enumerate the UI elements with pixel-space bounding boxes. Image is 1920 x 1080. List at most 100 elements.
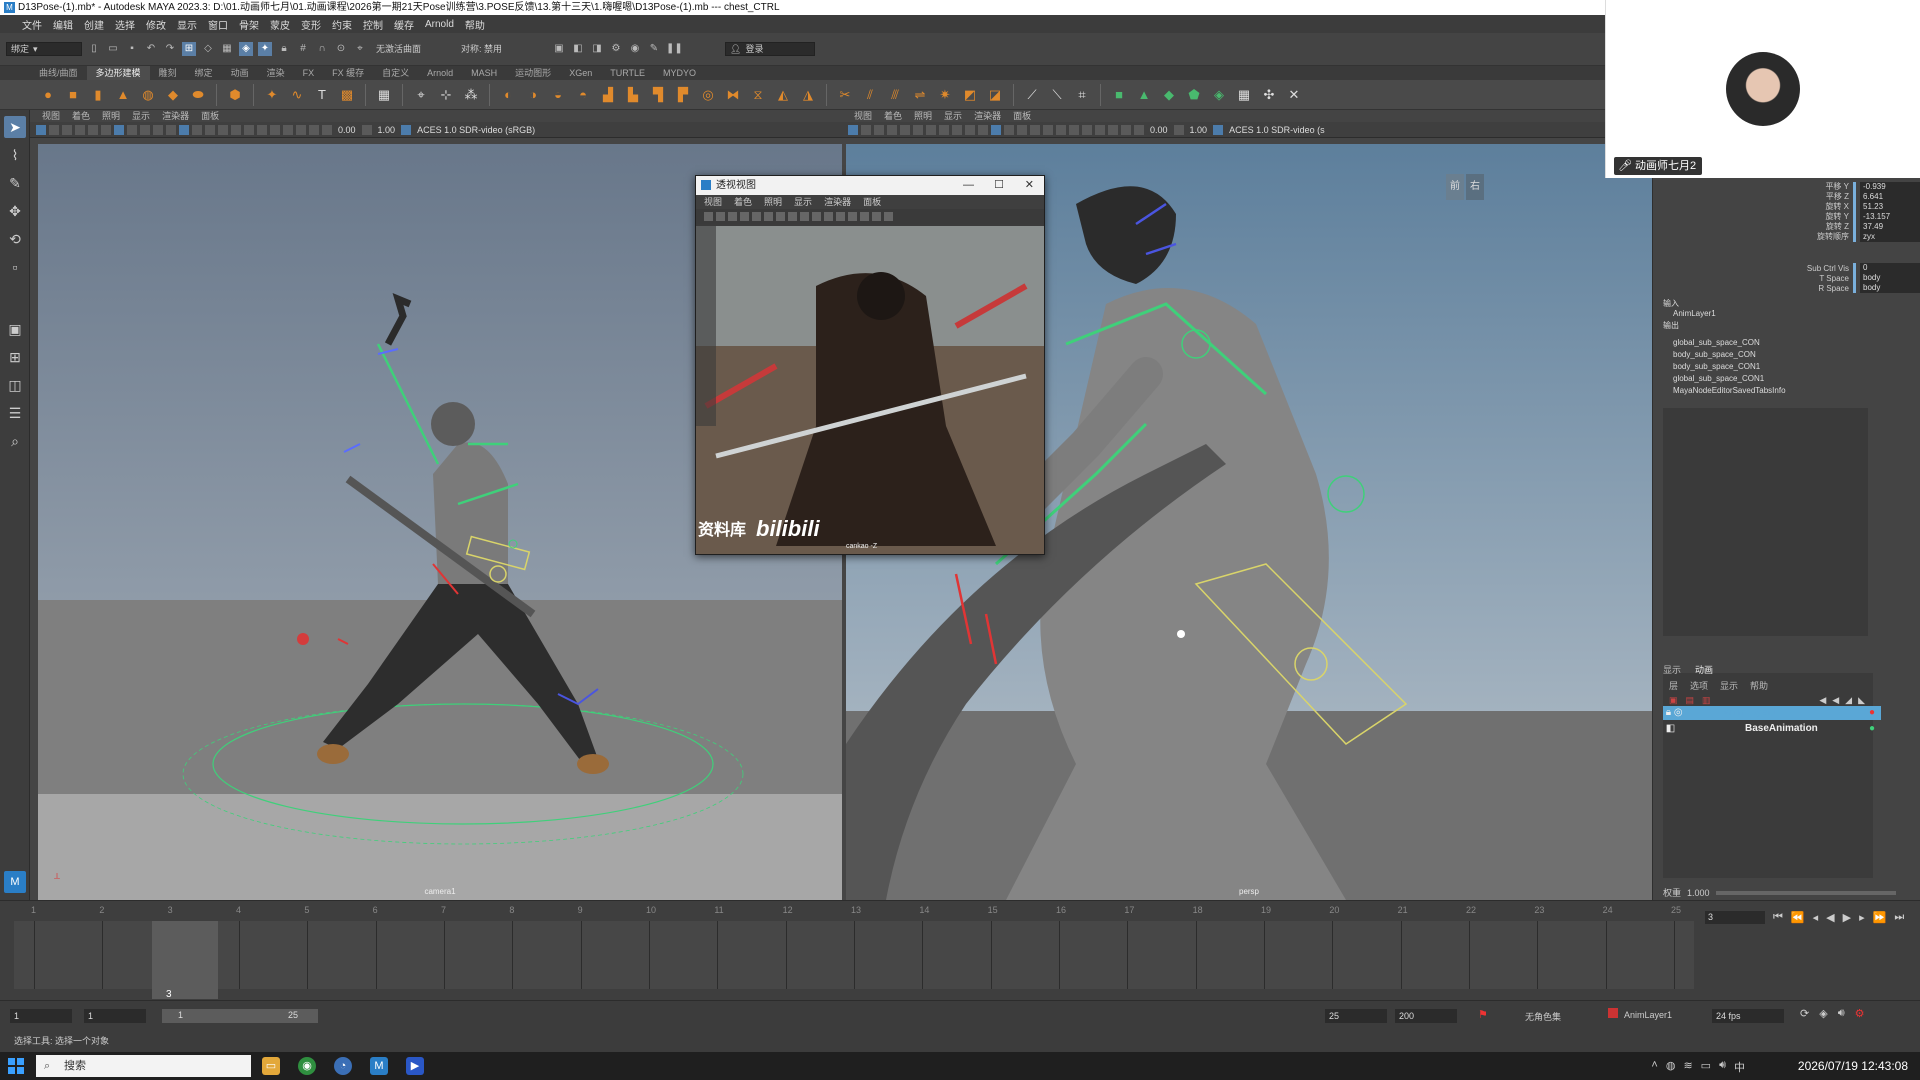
maya-home-icon[interactable]: M (4, 871, 26, 893)
minimize-icon[interactable]: — (963, 176, 974, 195)
menu-item[interactable]: 编辑 (53, 17, 73, 32)
extrude-icon[interactable]: ▟ (598, 85, 618, 105)
menu-item[interactable]: 蒙皮 (270, 17, 290, 32)
layer-menu-item[interactable]: 选项 (1690, 679, 1708, 692)
color-space-dropdown[interactable]: ACES 1.0 SDR-video (s (1226, 125, 1328, 135)
full-key-icon[interactable]: ◣ (1858, 695, 1865, 706)
poke-icon[interactable]: ✷ (935, 85, 955, 105)
bevel-icon[interactable]: ▙ (623, 85, 643, 105)
step-forward-frame-icon[interactable]: ▸ (1859, 911, 1865, 924)
sweep-mesh-icon[interactable]: ∿ (287, 85, 307, 105)
poly-disc-icon[interactable]: ⬬ (188, 85, 208, 105)
resolution-gate-icon[interactable] (764, 212, 773, 221)
channel-attr-row[interactable]: Sub Ctrl Vis 0 (1779, 263, 1920, 273)
channel-attr-row[interactable]: 旋转顺序 zyx (1779, 231, 1920, 242)
snap-curve-icon[interactable]: ∩ (315, 42, 329, 56)
tray-expand-icon[interactable]: ˄ (1651, 1059, 1657, 1075)
weight-slider[interactable] (1715, 890, 1896, 895)
time-slider[interactable]: 1 2 3 4 5 6 7 8 9 10 11 12 13 14 15 16 17 18 19 20 21 22 23 24 2… (0, 900, 1920, 1000)
two-view-icon[interactable]: ◫ (4, 374, 26, 396)
shelf-tab[interactable]: XGen (560, 66, 601, 80)
split-icon[interactable]: ✂ (835, 85, 855, 105)
camera-select-icon[interactable] (704, 212, 713, 221)
field-chart-icon[interactable] (952, 124, 962, 135)
channel-attr-value[interactable]: zyx (1860, 231, 1920, 242)
lights-icon[interactable] (1030, 124, 1040, 135)
exposure-icon[interactable] (322, 124, 332, 135)
gamma-value[interactable]: 1.00 (375, 125, 399, 135)
file-explorer-icon[interactable]: ▭ (262, 1057, 280, 1075)
chrome-icon[interactable]: ◉ (298, 1057, 316, 1075)
ipr-render-icon[interactable]: ◨ (590, 42, 604, 56)
menu-item[interactable]: Arnold (425, 19, 454, 30)
ambient-occlusion-icon[interactable] (244, 124, 254, 135)
film-gate-icon[interactable] (752, 212, 761, 221)
step-back-key-icon[interactable]: ⏪ (1791, 911, 1805, 924)
channel-attr-value[interactable]: body (1860, 283, 1920, 293)
maya-taskbar-icon[interactable]: M (370, 1057, 388, 1075)
viewcube-front-icon[interactable]: 前 (1446, 174, 1464, 200)
lock-selection-icon[interactable]: 🔒︎ (277, 42, 291, 56)
layer-menu-item[interactable]: 显示 (1720, 679, 1738, 692)
viewport-menu-item[interactable]: 照明 (764, 195, 782, 209)
move-tool-icon[interactable]: ✥ (4, 200, 26, 222)
layer-menu-item[interactable]: 层 (1669, 679, 1678, 692)
field-chart-icon[interactable] (140, 124, 150, 135)
channel-attr-value[interactable]: body (1860, 273, 1920, 283)
display-icon[interactable]: ▭ (1701, 1059, 1711, 1075)
shelf-tab[interactable]: 运动图形 (506, 66, 560, 80)
resolution-gate-icon[interactable] (926, 124, 936, 135)
key-icon[interactable]: ◈ (1819, 1007, 1827, 1020)
menu-item[interactable]: 窗口 (208, 17, 228, 32)
uv-spherical-icon[interactable]: ◆ (1159, 85, 1179, 105)
grid-toggle-icon[interactable] (900, 124, 910, 135)
menu-set-dropdown[interactable]: 绑定 ▾ (6, 42, 82, 56)
symmetry-dropdown[interactable]: 对称: 禁用 (457, 42, 547, 56)
hypershade-icon[interactable]: ◉ (628, 42, 642, 56)
isolate-select-icon[interactable] (1095, 124, 1105, 135)
current-frame-marker[interactable] (152, 921, 218, 999)
close-icon[interactable]: ✕ (1025, 176, 1034, 195)
viewport-menu-item[interactable]: 着色 (734, 195, 752, 209)
maximize-icon[interactable]: ☐ (994, 176, 1004, 195)
viewport-menu-item[interactable]: 渲染器 (974, 110, 1001, 122)
anti-alias-icon[interactable] (270, 124, 280, 135)
viewport-menu-item[interactable]: 视图 (42, 110, 60, 122)
scene-end-field[interactable]: 200 (1395, 1009, 1457, 1023)
lights-icon[interactable] (812, 212, 821, 221)
reference-video-window[interactable]: 透视视图 — ☐ ✕ 视图 着色 照明 显示 渲染器 面板 资料库 bilibili ca… (695, 175, 1045, 555)
menu-item[interactable]: 选择 (115, 17, 135, 32)
menu-item[interactable]: 缓存 (394, 17, 414, 32)
uv-auto-icon[interactable]: ⬟ (1184, 85, 1204, 105)
new-layer-icon[interactable]: ▣ (1669, 695, 1678, 706)
current-time-field[interactable]: 3 (1705, 911, 1765, 924)
playback-start-field[interactable]: 1 (84, 1009, 146, 1023)
layer-row-baseanimation[interactable]: ◧ BaseAnimation ● (1663, 722, 1881, 736)
single-view-icon[interactable]: ▣ (4, 318, 26, 340)
viewport-menu-item[interactable]: 照明 (102, 110, 120, 122)
gate-mask-icon[interactable] (939, 124, 949, 135)
reduce-icon[interactable]: ⧖ (748, 85, 768, 105)
fps-dropdown[interactable]: 24 fps (1712, 1009, 1784, 1023)
scene-start-field[interactable]: 1 (10, 1009, 72, 1023)
append-icon[interactable]: ▜ (648, 85, 668, 105)
smooth-shade-icon[interactable] (788, 212, 797, 221)
live-surface-label[interactable]: 无激活曲面 (372, 42, 452, 56)
layer-options-icon[interactable]: ▥ (1702, 695, 1711, 706)
render-settings-icon[interactable]: ⚙ (609, 42, 623, 56)
layer-row-animlayer1[interactable]: 🔒︎ ◎ AnimLayer1 ● (1663, 706, 1881, 720)
viewcube-right-icon[interactable]: 右 (1466, 174, 1484, 200)
tab-display[interactable]: 显示 (1663, 663, 1681, 676)
isolate-select-icon[interactable] (283, 124, 293, 135)
exposure-value[interactable]: 0.00 (1147, 125, 1171, 135)
uv-editor-icon[interactable]: ▦ (374, 85, 394, 105)
poly-cone-icon[interactable]: ▲ (113, 85, 133, 105)
weight-value[interactable]: 1.000 (1687, 888, 1710, 898)
ime-icon[interactable]: 中 (1734, 1059, 1745, 1075)
viewport-menu-item[interactable]: 视图 (704, 195, 722, 209)
wireframe-icon[interactable] (978, 124, 988, 135)
xray-icon[interactable] (836, 212, 845, 221)
fill-hole-icon[interactable]: ▛ (673, 85, 693, 105)
snap-grid-icon[interactable]: # (296, 42, 310, 56)
gamma-icon[interactable] (361, 124, 372, 135)
